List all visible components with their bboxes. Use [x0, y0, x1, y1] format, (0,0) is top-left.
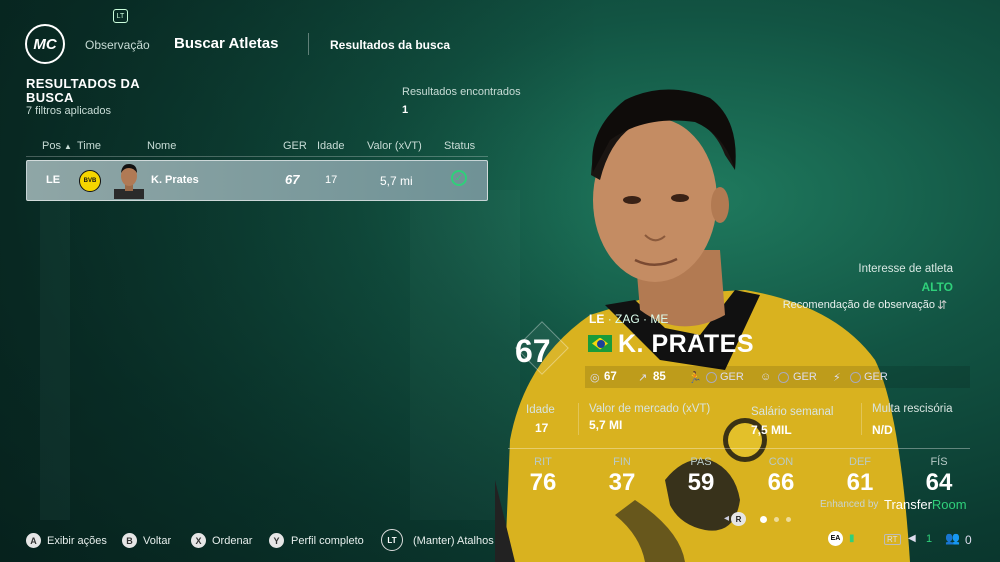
player-positions: LE · ZAG · ME [589, 312, 669, 326]
friends-icon[interactable]: 👥 [945, 531, 960, 545]
info-wage-label: Salário semanal [751, 406, 834, 418]
row-valor: 5,7 mi [380, 174, 413, 188]
column-header-nome[interactable]: Nome [147, 140, 176, 152]
brazil-flag-icon [588, 335, 612, 352]
attr-dribbling-value: 66 [767, 469, 795, 496]
action-atalhos[interactable]: (Manter) Atalhos [413, 535, 494, 547]
attr-defending-value: 61 [846, 469, 874, 496]
info-wage-value: 7,5 MIL [751, 423, 792, 437]
stat-ger-1: GER [720, 371, 744, 383]
info-release-clause-label: Multa rescisória [872, 403, 953, 415]
stat-potential: 85 [653, 371, 666, 383]
action-perfil-completo[interactable]: Perfil completo [291, 535, 364, 547]
page-dot[interactable] [774, 517, 779, 522]
running-icon: 🏃 [688, 372, 702, 384]
row-nome: K. Prates [151, 174, 199, 186]
rating-circle [850, 372, 861, 383]
app-logo: MC [25, 24, 65, 64]
rating-circle [778, 372, 789, 383]
player-overall: 67 [515, 333, 551, 369]
filters-applied: 7 filtros aplicados [26, 105, 111, 117]
player-headshot [114, 164, 144, 199]
nav-observacao[interactable]: Observação [85, 38, 150, 52]
row-pos: LE [46, 174, 61, 186]
info-market-value-label: Valor de mercado (xVT) [589, 403, 711, 415]
action-ordenar[interactable]: Ordenar [212, 535, 252, 547]
interest-value: ALTO [921, 280, 953, 294]
info-divider [861, 403, 862, 435]
interest-label: Interesse de atleta [858, 263, 953, 275]
nav-buscar-atletas[interactable]: Buscar Atletas [174, 35, 279, 52]
page-dot-active[interactable] [760, 516, 767, 523]
results-title: RESULTADOS DA BUSCA [26, 76, 140, 105]
light-beam [40, 190, 70, 520]
r-button-icon[interactable]: R [731, 512, 746, 526]
table-header-divider [26, 156, 488, 157]
b-button-icon[interactable]: B [122, 533, 137, 548]
ea-logo-icon: EA [828, 531, 843, 546]
notification-icon[interactable]: ◀ [908, 533, 916, 544]
attr-physical-value: 64 [925, 469, 953, 496]
page-prev-icon[interactable]: ◂ [724, 513, 729, 524]
info-age-value: 17 [535, 421, 549, 435]
column-header-valor[interactable]: Valor (xVT) [367, 140, 422, 152]
info-age-label: Idade [526, 404, 555, 416]
nav-divider [308, 33, 309, 55]
stat-ger-3: GER [864, 371, 888, 383]
info-market-value: 5,7 MI [589, 418, 623, 432]
info-divider [578, 403, 579, 435]
nav-resultados-busca[interactable]: Resultados da busca [330, 38, 450, 52]
y-button-icon[interactable]: Y [269, 533, 284, 548]
action-exibir-acoes[interactable]: Exibir ações [47, 535, 107, 547]
attr-passing-label: PAS [690, 456, 712, 468]
attr-shooting-value: 37 [608, 469, 636, 496]
rt-button-icon[interactable]: RT [884, 534, 901, 545]
page-dot[interactable] [786, 517, 791, 522]
energy-icon: ⚡ [833, 372, 841, 384]
signal-icon: ▮ [849, 533, 855, 544]
potential-arrow-icon: ↗ [638, 372, 648, 384]
attributes-divider [508, 448, 970, 449]
column-header-time[interactable]: Time [77, 140, 101, 152]
attr-pace-value: 76 [529, 469, 557, 496]
attr-dribbling-label: CON [768, 456, 794, 468]
friends-count: 0 [965, 533, 972, 547]
attr-pace-label: RIT [534, 456, 552, 468]
mood-icon: ☺ [760, 371, 772, 383]
attr-physical-label: FÍS [930, 456, 948, 468]
x-button-icon[interactable]: X [191, 533, 206, 548]
results-found-count: 1 [402, 104, 409, 116]
sort-asc-icon: ▲ [64, 142, 72, 151]
results-found-label: Resultados encontrados [402, 86, 521, 98]
notification-count: 1 [926, 533, 933, 545]
lt-button-icon[interactable]: LT [381, 529, 403, 551]
enhanced-by-label: Enhanced by [820, 499, 879, 510]
player-name: K. PRATES [618, 330, 754, 358]
rating-circle [706, 372, 717, 383]
attr-defending-label: DEF [849, 456, 871, 468]
recommendation-label: Recomendação de observação [782, 299, 935, 311]
column-header-idade[interactable]: Idade [317, 140, 345, 152]
row-ger: 67 [285, 172, 300, 187]
club-crest-icon: BVB [79, 170, 101, 192]
status-check-icon: ✓ [451, 170, 467, 186]
info-release-clause-value: N/D [872, 423, 893, 437]
a-button-icon[interactable]: A [26, 533, 41, 548]
lt-trigger-icon: LT [113, 9, 128, 23]
stat-overall: 67 [604, 371, 617, 383]
column-header-status[interactable]: Status [444, 140, 475, 152]
stat-ger-2: GER [793, 371, 817, 383]
attr-shooting-label: FIN [613, 456, 631, 468]
recommendation-button-icon[interactable]: ⇵ [937, 298, 953, 314]
column-header-ger[interactable]: GER [283, 140, 307, 152]
transferroom-logo: TransferRoom [884, 497, 967, 512]
action-voltar[interactable]: Voltar [143, 535, 171, 547]
attr-passing-value: 59 [687, 469, 715, 496]
row-idade: 17 [325, 174, 338, 186]
target-icon: ◎ [590, 372, 600, 384]
column-header-pos[interactable]: Pos ▲ [42, 140, 72, 152]
